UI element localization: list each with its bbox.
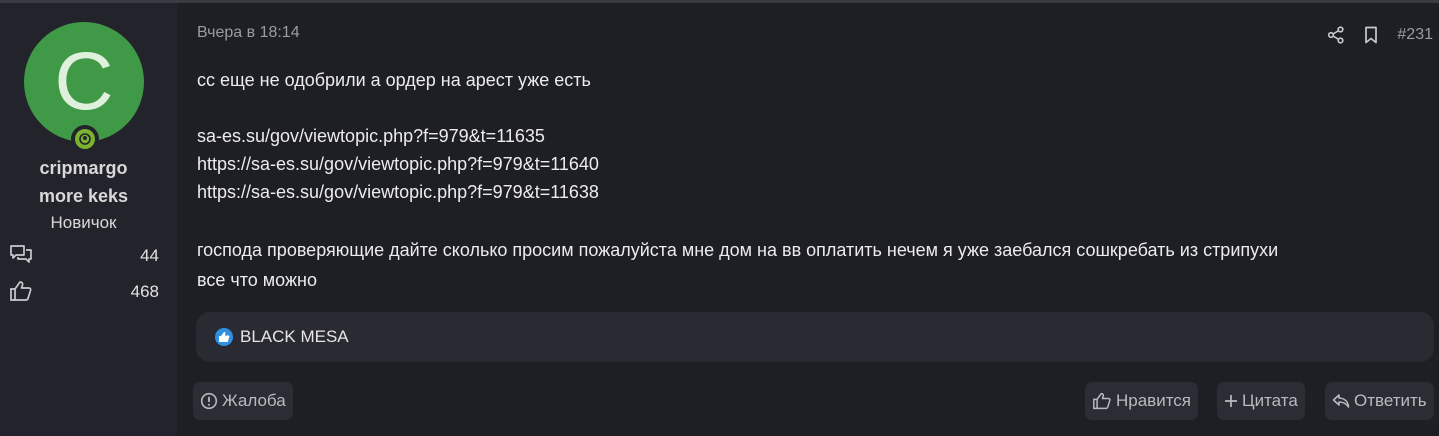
messages-count: 44	[140, 246, 159, 265]
bookmark-icon	[1365, 26, 1378, 44]
messages-icon	[10, 245, 32, 263]
top-divider	[0, 0, 1439, 3]
post-number-link[interactable]: #231	[1397, 26, 1433, 44]
avatar-letter: C	[54, 36, 114, 127]
reply-button[interactable]: Ответить	[1325, 382, 1434, 420]
post-link[interactable]: sa-es.su/gov/viewtopic.php?f=979&t=11635	[197, 126, 545, 147]
user-rank: Новичок	[50, 213, 117, 232]
report-label: Жалоба	[222, 391, 286, 410]
reply-label: Ответить	[1354, 391, 1427, 410]
user-online-icon	[79, 133, 91, 145]
post-tools: #231	[1309, 24, 1433, 46]
post-text-line: все что можно	[197, 270, 317, 290]
share-icon	[1328, 26, 1345, 44]
thumbs-up-icon	[1093, 392, 1111, 410]
quote-label: Цитата	[1242, 391, 1298, 410]
username-line2[interactable]: more keks	[0, 186, 167, 207]
reply-icon	[1332, 394, 1350, 408]
post-date[interactable]: Вчера в 18:14	[197, 24, 300, 42]
plus-icon	[1225, 395, 1237, 407]
messages-stat: 44	[9, 244, 159, 268]
thumbs-up-icon	[219, 332, 230, 342]
post-text-line: господа проверяющие дайте сколько просим…	[197, 240, 1279, 260]
thumbs-up-icon	[10, 281, 32, 301]
like-button[interactable]: Нравится	[1085, 382, 1199, 420]
post-link[interactable]: https://sa-es.su/gov/viewtopic.php?f=979…	[197, 182, 599, 203]
reactions-count: 468	[130, 282, 159, 301]
like-label: Нравится	[1116, 391, 1192, 410]
share-button[interactable]	[1327, 26, 1345, 44]
author-sidebar: C cripmargo more keks Новичок 44 468	[0, 3, 177, 436]
like-reaction-badge	[215, 328, 233, 346]
reaction-users[interactable]: BLACK MESA	[240, 327, 349, 347]
report-button[interactable]: Жалоба	[193, 382, 293, 420]
avatar[interactable]: C	[24, 22, 144, 142]
post-link[interactable]: https://sa-es.su/gov/viewtopic.php?f=979…	[197, 154, 599, 175]
alert-circle-icon	[200, 392, 218, 410]
reactions-bar[interactable]: BLACK MESA	[196, 312, 1434, 362]
quote-button[interactable]: Цитата	[1217, 382, 1305, 420]
bookmark-button[interactable]	[1363, 26, 1379, 44]
online-status-badge	[71, 125, 99, 153]
username-line1[interactable]: cripmargo	[0, 158, 167, 179]
reactions-stat: 468	[9, 280, 159, 304]
post-text-line: сс еще не одобрили а ордер на арест уже …	[197, 70, 591, 90]
